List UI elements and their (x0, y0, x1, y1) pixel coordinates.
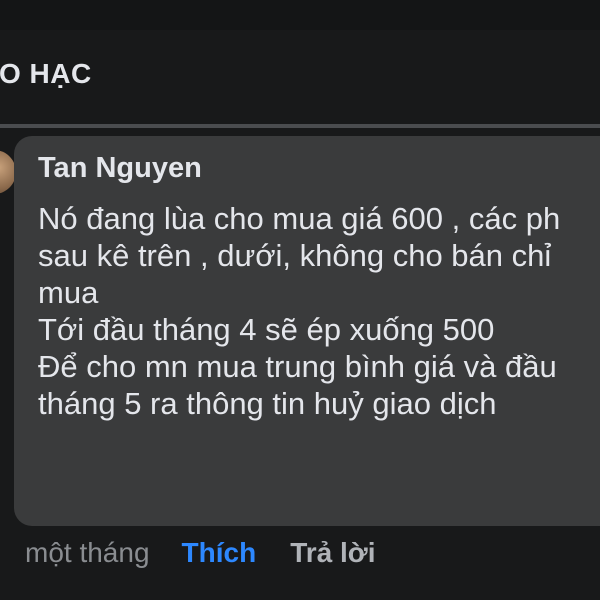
comment-line: mua (38, 275, 99, 310)
comment-actions: một tháng Thích Trả lời (25, 533, 375, 573)
comment-line: Để cho mn mua trung bình giá và đầu (38, 349, 557, 384)
comment-line: Nó đang lùa cho mua giá 600 , các ph (38, 201, 561, 236)
comment-line: Tới đầu tháng 4 sẽ ép xuống 500 (38, 312, 495, 347)
page-title: O HẠC (0, 58, 92, 89)
comment-screen: O HẠC Tan Nguyen Nó đang lùa cho mua giá… (0, 0, 600, 600)
comment-timestamp[interactable]: một tháng (25, 537, 150, 569)
reply-button[interactable]: Trả lời (290, 537, 375, 569)
comment-text: Nó đang lùa cho mua giá 600 , các ph sau… (38, 200, 560, 422)
status-bar-area (0, 0, 600, 30)
comment-line: tháng 5 ra thông tin huỷ giao dịch (38, 386, 497, 421)
comment-line: sau kê trên , dưới, không cho bán chỉ (38, 238, 552, 273)
header-divider (0, 124, 600, 128)
like-button[interactable]: Thích (182, 537, 257, 569)
comment-bubble: Tan Nguyen Nó đang lùa cho mua giá 600 ,… (14, 136, 600, 526)
comment-author[interactable]: Tan Nguyen (38, 152, 202, 185)
